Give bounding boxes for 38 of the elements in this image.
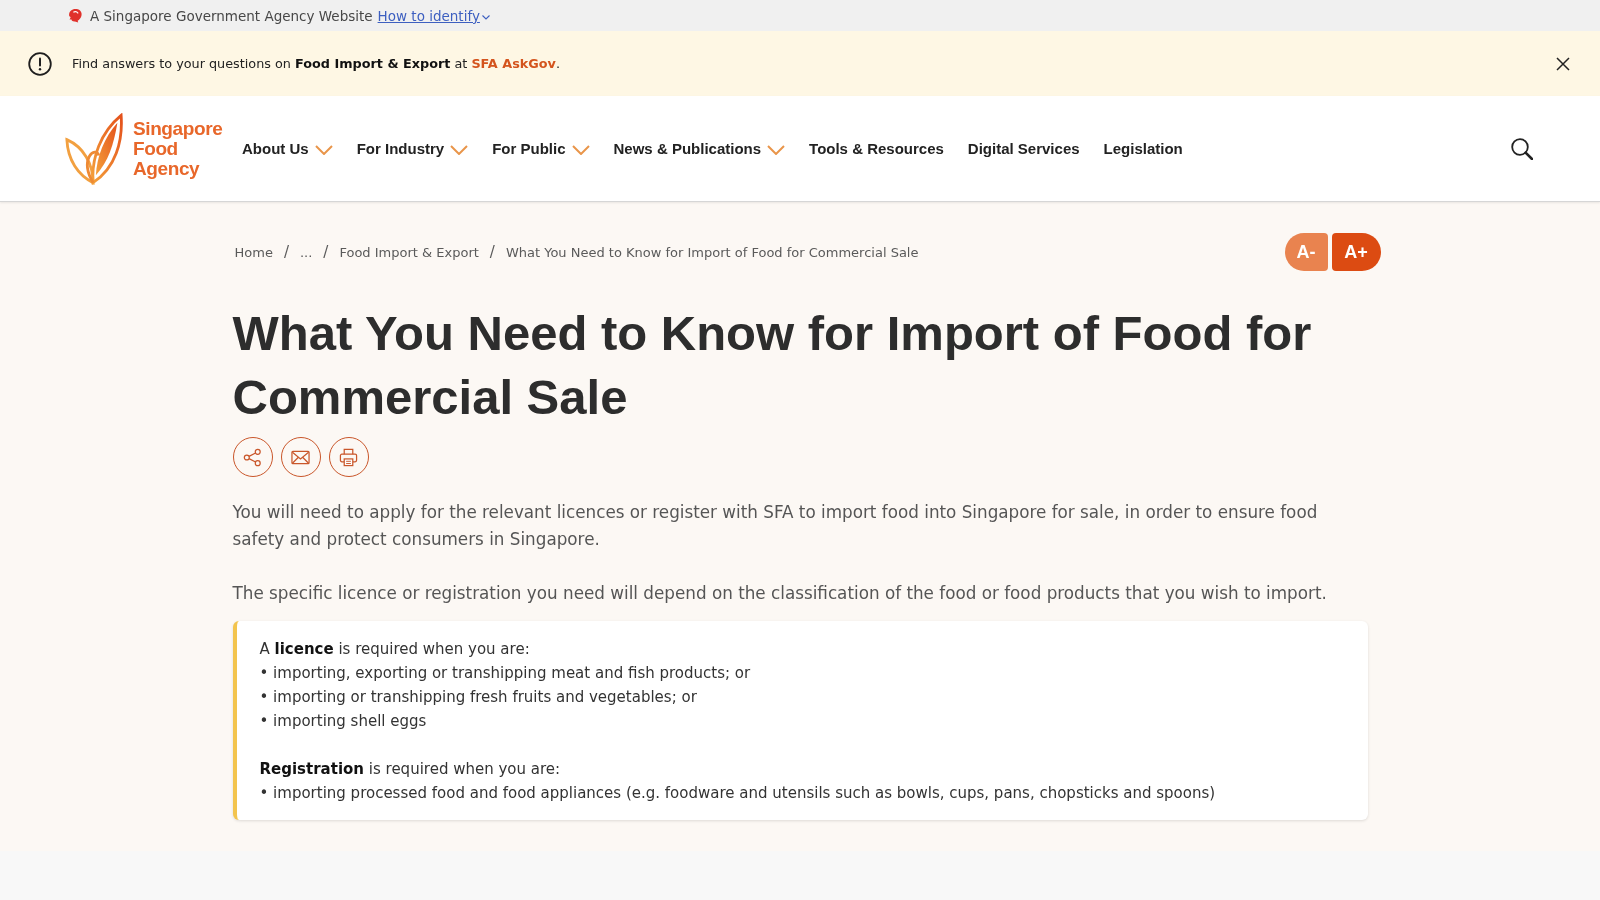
askgov-link[interactable]: SFA AskGov: [471, 56, 556, 71]
printer-icon: [339, 447, 358, 467]
notice-text: Find answers to your questions on Food Import & Export at SFA AskGov.: [72, 56, 561, 71]
search-icon: [1511, 137, 1533, 160]
identify-link[interactable]: How to identify: [377, 7, 480, 24]
intro-paragraph: You will need to apply for the relevant licences or register with SFA to import food into Singapore for sale, in order to ensure food safety and protect consumers in Singapore.: [232, 501, 1319, 551]
nav-item[interactable]: About Us: [242, 140, 333, 157]
intro-paragraph: The specific licence or registration you need will depend on the classification of the food or food products that you wish to import.: [232, 582, 1328, 605]
list-item: • importing, exporting or transhipping meat and fish products; or: [259, 663, 752, 684]
leaf-logo-icon[interactable]: [65, 112, 123, 185]
close-icon: [1556, 56, 1570, 71]
close-button[interactable]: [1556, 56, 1570, 71]
breadcrumb-link[interactable]: Home: [234, 244, 273, 260]
search-button[interactable]: [1511, 137, 1533, 160]
breadcrumb-link[interactable]: ...: [299, 244, 313, 260]
nav-item[interactable]: For Public: [492, 140, 590, 157]
list-item: • importing or transhipping fresh fruits and vegetables; or: [259, 687, 698, 708]
breadcrumb-separator: /: [283, 243, 289, 261]
share-icon: [243, 447, 262, 467]
nav-item[interactable]: News & Publications: [613, 140, 786, 157]
font-increase-button[interactable]: A+: [1331, 233, 1381, 271]
nav-item[interactable]: Digital Services: [967, 140, 1080, 157]
page-title: What You Need to Know for Import of Food for Commercial Sale: [232, 305, 1313, 426]
breadcrumb-separator: /: [489, 243, 495, 261]
list-item: • importing processed food and food appliances (e.g. foodware and utensils such as bowls, cups, pans, chopsticks and spoons): [259, 783, 1217, 804]
emblem-icon: [68, 8, 83, 23]
nav-item[interactable]: Legislation: [1103, 140, 1183, 157]
chevron-down-icon: [481, 14, 490, 20]
exclamation-icon: [28, 51, 52, 76]
gov-bar-text: A Singapore Government Agency Website: [90, 7, 373, 24]
callout-heading: A licence is required when you are:: [259, 639, 531, 660]
list-item: • importing shell eggs: [259, 711, 428, 732]
callout-heading: Registration is required when you are:: [259, 759, 562, 780]
nav-item[interactable]: Tools & Resources: [809, 140, 944, 157]
breadcrumb-separator: /: [323, 243, 329, 261]
breadcrumb-current: What You Need to Know for Import of Food for Commercial Sale: [505, 244, 919, 260]
nav-item[interactable]: For Industry: [356, 140, 469, 157]
breadcrumb-link[interactable]: Food Import & Export: [339, 244, 479, 260]
